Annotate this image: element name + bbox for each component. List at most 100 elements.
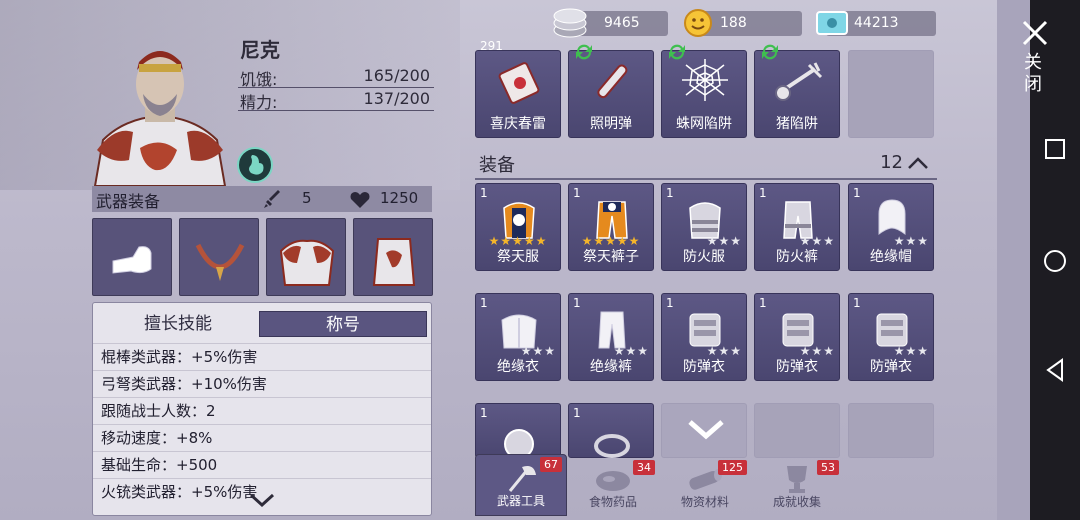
stomach-status-icon[interactable] — [237, 147, 273, 183]
equipment-icon — [594, 434, 630, 458]
back-icon[interactable] — [1044, 358, 1066, 382]
fist-icon — [112, 246, 152, 274]
necklace-icon — [195, 243, 245, 281]
armor-slot-bottom[interactable] — [353, 218, 433, 296]
flare-icon — [597, 64, 628, 99]
equipment-count: 12 — [880, 152, 903, 173]
empty-slot[interactable] — [848, 403, 934, 458]
tab-food-medicine[interactable]: 34 食物药品 — [567, 458, 659, 516]
armor-slot-top[interactable] — [266, 218, 346, 296]
tab-badge: 34 — [633, 460, 655, 475]
item-name: 照明弹 — [590, 116, 632, 132]
close-label[interactable]: 关闭 — [1024, 52, 1044, 96]
equipment-item[interactable]: 1 ★★★ 防火裤 — [754, 183, 840, 271]
firecracker-icon — [498, 62, 540, 104]
meat-icon — [596, 471, 630, 491]
item-firecracker[interactable]: 291 喜庆春雷 — [475, 39, 561, 138]
equipment-item[interactable]: 1 ★★★ 绝缘衣 — [475, 293, 561, 381]
equipment-item[interactable]: 1 ★★★ 防火服 — [661, 183, 747, 271]
item-name: 防弹衣 — [776, 359, 818, 375]
equipment-header-title: 装备 — [479, 155, 515, 176]
skills-panel: 擅长技能 称号 棍棒类武器：+5%伤害 弓弩类武器：+10%伤害 跟随战士人数：… — [92, 302, 432, 516]
equipment-item[interactable]: 1 — [475, 403, 561, 459]
game-screen: 尼克 饥饿: 165/200 精力: 137/200 武器装备 5 1250 擅… — [0, 0, 1080, 520]
close-icon[interactable] — [1020, 18, 1050, 48]
tab-badge: 53 — [817, 460, 839, 475]
tab-label: 物资材料 — [680, 495, 729, 509]
item-name: 祭天裤子 — [583, 249, 639, 265]
item-name: 祭天服 — [497, 249, 539, 265]
hunger-row: 饥饿: 165/200 — [238, 66, 434, 89]
item-quantity: 291 — [480, 39, 503, 53]
item-quantity: 1 — [573, 406, 581, 420]
tickets-value: 44213 — [854, 15, 899, 31]
item-name: 防弹衣 — [683, 359, 725, 375]
item-pig-trap[interactable]: 猪陷阱 — [754, 44, 840, 138]
chevron-down-icon — [688, 420, 724, 440]
item-quantity: 1 — [573, 296, 581, 310]
item-quantity: 1 — [480, 186, 488, 200]
equipment-section-header[interactable]: 装备 12 — [475, 148, 937, 180]
tab-skills[interactable]: 擅长技能 — [97, 311, 259, 337]
equipment-item[interactable]: 1 ★★★ 绝缘帽 — [848, 183, 934, 271]
energy-value: 137/200 — [363, 89, 430, 108]
trophy-icon — [787, 466, 807, 493]
chevron-up-icon[interactable] — [907, 156, 929, 170]
tab-label: 成就收集 — [772, 495, 821, 509]
energy-label: 精力: — [240, 93, 278, 112]
weapon-equipment-title: 武器装备 — [96, 192, 161, 211]
skill-row: 弓弩类武器：+10%伤害 — [93, 370, 431, 397]
tab-achievements[interactable]: 53 成就收集 — [751, 458, 843, 516]
pig-trap-icon — [775, 62, 823, 101]
skill-row: 基础生命：+500 — [93, 451, 431, 478]
item-quantity: 1 — [853, 186, 861, 200]
axe-icon — [508, 466, 536, 492]
item-quantity: 1 — [759, 296, 767, 310]
equipment-item[interactable]: 1 — [568, 403, 654, 458]
equipment-item[interactable]: 1 ★★★ 防弹衣 — [754, 293, 840, 381]
recent-apps-icon[interactable] — [1044, 138, 1066, 160]
energy-row: 精力: 137/200 — [238, 89, 434, 112]
tab-weapons-tools[interactable]: 67 武器工具 — [475, 454, 567, 516]
robe-top-icon — [279, 239, 335, 286]
empty-slot[interactable] — [848, 50, 934, 138]
tab-label: 武器工具 — [496, 494, 545, 508]
heart-icon — [350, 192, 370, 208]
equipment-item[interactable]: 1 ★★★ 防弹衣 — [848, 293, 934, 381]
item-quantity: 1 — [759, 186, 767, 200]
item-quantity: 1 — [666, 186, 674, 200]
equipment-item[interactable]: 1 ★★★ 绝缘裤 — [568, 293, 654, 381]
scroll-down-chevron-icon[interactable] — [249, 493, 275, 507]
character-name: 尼克 — [240, 38, 280, 62]
item-web-trap[interactable]: 蛛网陷阱 — [661, 44, 747, 138]
health-value: 1250 — [380, 189, 419, 207]
equipment-item[interactable]: 1 ★★★ 防弹衣 — [661, 293, 747, 381]
hunger-label: 饥饿: — [240, 70, 278, 89]
coin-stack-icon — [553, 8, 587, 38]
item-quantity: 1 — [480, 406, 488, 420]
smiley-coin-icon — [684, 9, 712, 37]
item-name: 喜庆春雷 — [490, 116, 546, 132]
scroll-more-button[interactable] — [661, 403, 747, 458]
item-flare[interactable]: 照明弹 — [568, 44, 654, 138]
skill-row: 棍棒类武器：+5%伤害 — [93, 343, 431, 370]
home-icon[interactable] — [1042, 248, 1068, 274]
accessory-slot-necklace[interactable] — [179, 218, 259, 296]
item-name: 猪陷阱 — [776, 116, 818, 132]
equipment-item[interactable]: 1 ★★★★★ 祭天服 — [475, 183, 561, 271]
item-quantity: 1 — [666, 296, 674, 310]
item-quantity: 1 — [573, 186, 581, 200]
item-name: 防弹衣 — [870, 359, 912, 375]
category-tab-bar: 67 武器工具 34 食物药品 125 物资材料 53 成就收集 — [475, 454, 937, 516]
item-name: 绝缘裤 — [590, 359, 632, 375]
tab-title[interactable]: 称号 — [259, 311, 427, 337]
weapon-equipment-bar: 武器装备 5 1250 — [92, 186, 432, 212]
item-name: 防火裤 — [776, 249, 818, 265]
weapon-slot-fist[interactable] — [92, 218, 172, 296]
tab-materials[interactable]: 125 物资材料 — [659, 458, 751, 516]
empty-slot[interactable] — [754, 403, 840, 458]
item-name: 绝缘帽 — [870, 249, 912, 265]
item-name: 蛛网陷阱 — [676, 116, 732, 132]
item-quantity: 1 — [480, 296, 488, 310]
equipment-item[interactable]: 1 ★★★★★ 祭天裤子 — [568, 183, 654, 271]
